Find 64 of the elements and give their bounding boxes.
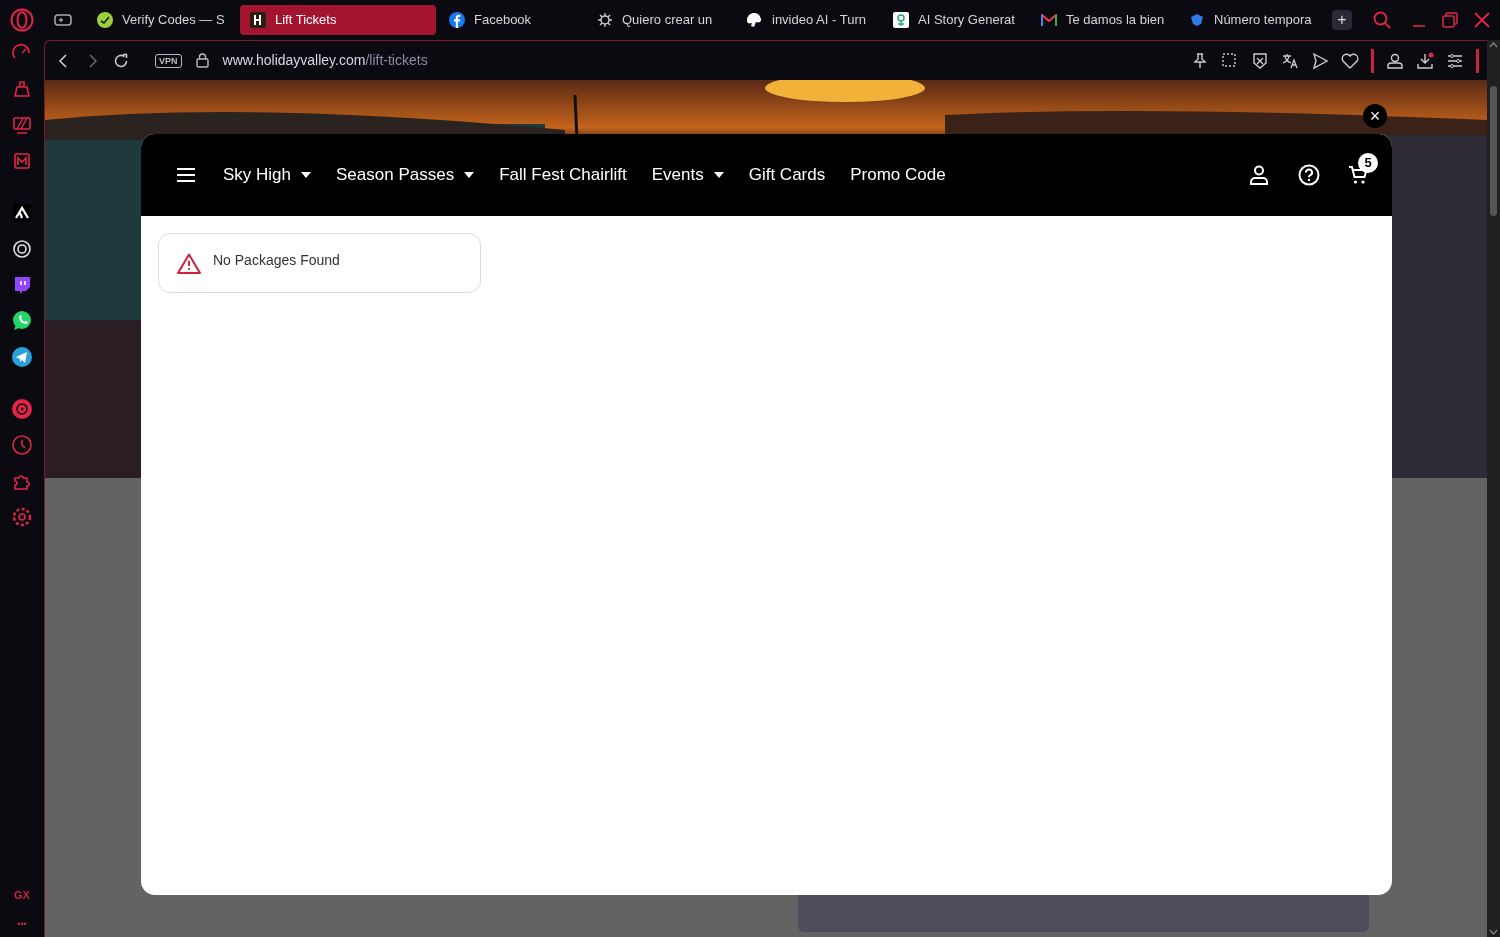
browser-tab[interactable]: Lift Tickets [240,5,436,35]
tab-favicon-icon [597,12,613,28]
menu-icon[interactable] [177,168,195,182]
lock-icon [195,53,209,68]
scrollbar-thumb[interactable] [1490,86,1497,216]
tab-favicon-icon [250,12,266,28]
nav-menu-item[interactable]: Sky High [223,162,312,188]
game-controller-icon[interactable] [54,13,72,27]
tab-favicon-icon [97,12,113,28]
browser-tab[interactable]: AI Story Generat [884,5,1032,35]
browser-tab[interactable]: Verify Codes — S [88,5,236,35]
scroll-up-icon[interactable] [1489,42,1498,48]
clock-icon[interactable] [11,434,33,456]
settings-icon[interactable] [11,506,33,528]
send-icon[interactable] [1311,51,1329,70]
cleaner-icon[interactable] [11,78,33,100]
tab-favicon-icon [893,12,909,28]
address-field[interactable]: www.holidayvalley.com/lift-tickets [222,50,428,71]
browser-logo-icon[interactable] [10,8,34,32]
tab-favicon-icon [745,12,763,28]
translate-icon[interactable] [1281,51,1299,70]
nav-menu-item[interactable]: Fall Fest Chairlift [499,162,627,188]
caret-icon [713,172,724,178]
browser-tab[interactable]: invideo AI - Turn [736,5,884,35]
nav-menu-item[interactable]: Gift Cards [748,162,826,188]
search-icon[interactable] [1372,10,1392,30]
paper-plane-icon[interactable] [11,346,33,368]
browser-tab[interactable]: Facebook [440,5,588,35]
nav-menu-item[interactable]: Events [651,162,724,188]
nav-menu-item[interactable]: Season Passes [336,162,475,188]
snapshot-icon[interactable] [1221,51,1239,70]
new-tab-button[interactable]: + [1332,10,1352,30]
heart-icon[interactable] [1341,51,1359,70]
peak-logo-icon[interactable] [11,202,33,224]
browser-tab[interactable]: Número tempora [1180,5,1328,35]
account-icon[interactable] [1250,165,1268,185]
nav-menu-item[interactable]: Promo Code [850,162,946,188]
caret-icon [301,172,312,178]
play-circle-icon[interactable] [11,398,33,420]
restore-icon[interactable] [1442,12,1458,28]
download-icon[interactable] [1416,51,1434,70]
browser-tab[interactable]: Te damos la bien [1032,5,1180,35]
cart-count-badge: 5 [1358,153,1378,173]
vpn-badge[interactable]: VPN [155,53,182,68]
alert-message: No Packages Found [213,250,340,270]
scroll-down-icon[interactable] [1489,929,1498,935]
more-button[interactable]: ••• [17,919,27,929]
gx-label[interactable]: GX [14,886,30,903]
pin-icon[interactable] [1191,51,1209,70]
browser-tab[interactable]: Quiero crear un [588,5,736,35]
tab-favicon-icon [1041,14,1057,26]
tab-favicon-icon [449,12,465,28]
help-icon[interactable] [1298,164,1320,186]
caret-icon [464,172,475,178]
close-icon[interactable] [1474,12,1490,28]
video-player-icon[interactable] [11,114,33,136]
account-icon[interactable] [1386,51,1404,70]
shield-icon[interactable] [1251,51,1269,70]
reload-icon[interactable] [113,52,129,69]
m-square-icon[interactable] [11,150,33,172]
tab-favicon-icon [1189,12,1205,28]
warning-icon [177,252,201,274]
cart-icon[interactable] [1348,165,1368,185]
phone-bubble-icon[interactable] [11,310,33,332]
